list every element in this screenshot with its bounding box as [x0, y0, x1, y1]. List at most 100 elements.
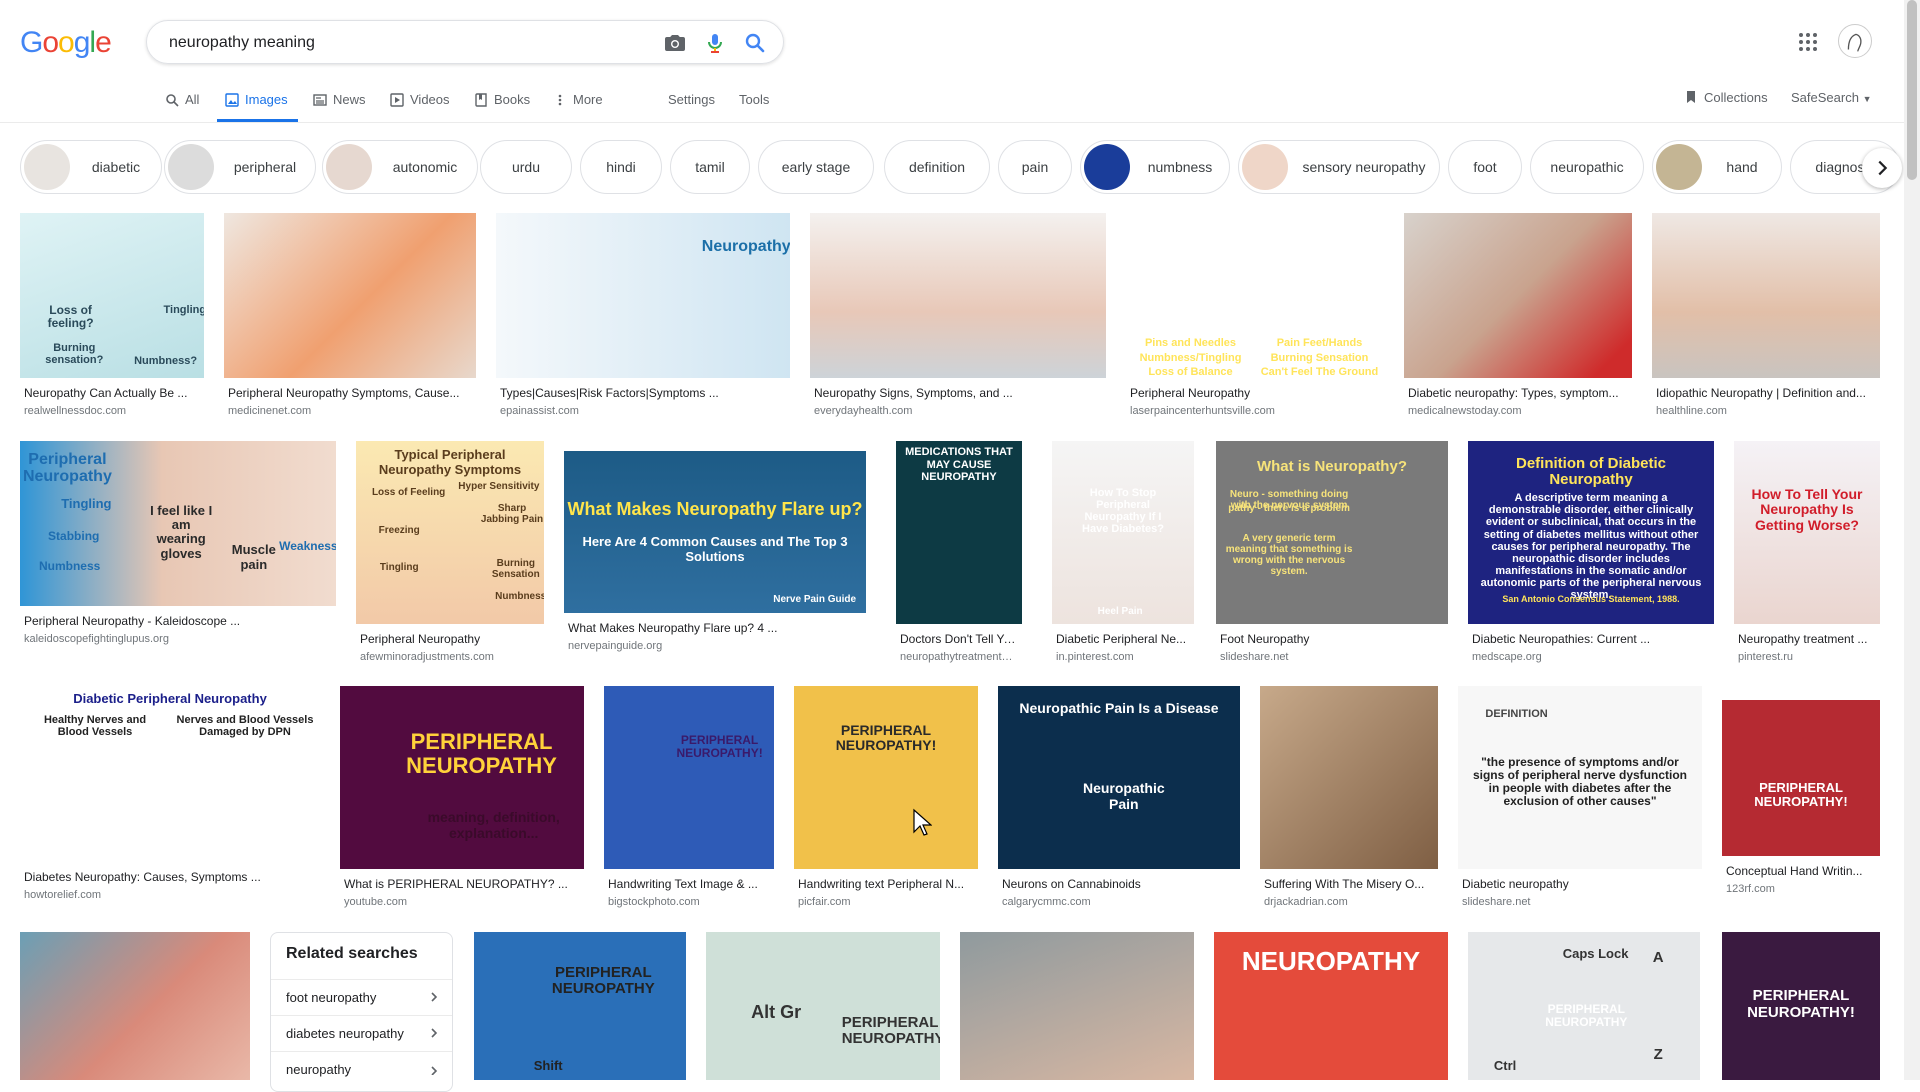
- result-thumbnail[interactable]: How To Stop Peripheral Neuropathy If I H…: [1052, 441, 1194, 624]
- result-source[interactable]: pinterest.ru: [1738, 651, 1876, 663]
- tab-images[interactable]: Images: [217, 80, 298, 122]
- result-title[interactable]: Idiopathic Neuropathy | Definition and..…: [1656, 386, 1876, 400]
- result-thumbnail[interactable]: Alt Gr PERIPHERAL NEUROPATHY: [706, 932, 940, 1080]
- result-thumbnail[interactable]: [810, 213, 1106, 378]
- result-source[interactable]: bigstockphoto.com: [608, 896, 770, 908]
- result-source[interactable]: youtube.com: [344, 896, 580, 908]
- result-thumbnail[interactable]: [1652, 213, 1880, 378]
- result-thumbnail[interactable]: Typical Peripheral Neuropathy Symptoms Lo…: [356, 441, 544, 624]
- safesearch-button[interactable]: SafeSearch ▼: [1791, 90, 1871, 105]
- result-thumbnail[interactable]: PERIPHERAL NEUROPATHY!: [1722, 700, 1880, 856]
- result-source[interactable]: laserpaincenterhuntsville.com: [1130, 405, 1380, 417]
- account-avatar[interactable]: [1838, 24, 1872, 58]
- result-title[interactable]: Neuropathy treatment ...: [1738, 632, 1876, 646]
- result-source[interactable]: everydayhealth.com: [814, 405, 1102, 417]
- chip-definition[interactable]: definition: [884, 140, 990, 194]
- search-input[interactable]: [167, 30, 651, 56]
- result-thumbnail[interactable]: Diabetic Peripheral Neuropathy Healthy Ne…: [20, 692, 320, 862]
- result-thumbnail[interactable]: PERIPHERAL NEUROPATHY!: [794, 686, 978, 869]
- scrollbar-thumb[interactable]: [1907, 0, 1917, 180]
- collections-button[interactable]: Collections: [1684, 90, 1768, 105]
- apps-grid-icon[interactable]: [1796, 30, 1820, 54]
- result-thumbnail[interactable]: What is Neuropathy? Neuro - something doi…: [1216, 441, 1448, 624]
- result-thumbnail[interactable]: [1260, 686, 1438, 869]
- result-title[interactable]: What is PERIPHERAL NEUROPATHY? ...: [344, 877, 580, 891]
- result-source[interactable]: drjackadrian.com: [1264, 896, 1434, 908]
- result-thumbnail[interactable]: NEUROPATHY: [1214, 932, 1448, 1080]
- result-thumbnail[interactable]: Definition of Diabetic Neuropathy A descr…: [1468, 441, 1714, 624]
- result-title[interactable]: Peripheral Neuropathy - Kaleidoscope ...: [24, 614, 332, 628]
- result-title[interactable]: Types|Causes|Risk Factors|Symptoms ...: [500, 386, 786, 400]
- result-thumbnail[interactable]: How To Tell Your Neuropathy Is Getting W…: [1734, 441, 1880, 624]
- result-source[interactable]: calgarycmmc.com: [1002, 896, 1236, 908]
- result-title[interactable]: Conceptual Hand Writin...: [1726, 864, 1876, 878]
- tab-settings[interactable]: Settings: [668, 80, 715, 122]
- chip-urdu[interactable]: urdu: [480, 140, 572, 194]
- result-source[interactable]: 123rf.com: [1726, 883, 1876, 895]
- result-thumbnail[interactable]: [960, 932, 1194, 1080]
- tab-more[interactable]: More: [553, 80, 603, 122]
- tab-all[interactable]: All: [165, 80, 199, 122]
- result-thumbnail[interactable]: Neuropathic Pain Is a Disease Neuropathic…: [998, 686, 1240, 869]
- result-thumbnail[interactable]: PERIPHERAL NEUROPATHY meaning, definition…: [340, 686, 584, 869]
- chip-foot[interactable]: foot: [1448, 140, 1522, 194]
- result-source[interactable]: slideshare.net: [1462, 896, 1698, 908]
- result-source[interactable]: healthline.com: [1656, 405, 1876, 417]
- result-thumbnail[interactable]: [224, 213, 476, 378]
- tab-news[interactable]: News: [313, 80, 366, 122]
- result-title[interactable]: Peripheral Neuropathy: [1130, 386, 1380, 400]
- result-source[interactable]: nervepainguide.org: [568, 640, 862, 652]
- result-title[interactable]: Doctors Don't Tell You ...: [900, 632, 1018, 646]
- tab-tools[interactable]: Tools: [739, 80, 769, 122]
- result-source[interactable]: howtorelief.com: [24, 889, 316, 901]
- result-title[interactable]: What Makes Neuropathy Flare up? 4 ...: [568, 621, 862, 635]
- chip-sensory-neuropathy[interactable]: sensory neuropathy: [1238, 140, 1440, 194]
- result-title[interactable]: Neuropathy Can Actually Be ...: [24, 386, 200, 400]
- result-title[interactable]: Neurons on Cannabinoids: [1002, 877, 1236, 891]
- result-title[interactable]: Diabetic neuropathy: Types, symptom...: [1408, 386, 1628, 400]
- result-title[interactable]: Diabetic neuropathy: [1462, 877, 1698, 891]
- result-thumbnail[interactable]: PERIPHERAL NEUROPATHY Shift: [474, 932, 686, 1080]
- result-source[interactable]: medicinenet.com: [228, 405, 472, 417]
- result-thumbnail[interactable]: Neuropathy: [496, 213, 790, 378]
- result-thumbnail[interactable]: Loss of feeling? Tingling? Burning sensati…: [20, 213, 204, 378]
- tab-books[interactable]: Books: [474, 80, 530, 122]
- result-title[interactable]: Neuropathy Signs, Symptoms, and ...: [814, 386, 1102, 400]
- result-title[interactable]: Diabetic Peripheral Ne...: [1056, 632, 1190, 646]
- chip-diabetic[interactable]: diabetic: [20, 140, 162, 194]
- result-source[interactable]: medscape.org: [1472, 651, 1710, 663]
- chip-autonomic[interactable]: autonomic: [322, 140, 478, 194]
- chips-next-button[interactable]: [1862, 148, 1902, 188]
- chip-pain[interactable]: pain: [998, 140, 1072, 194]
- result-title[interactable]: Suffering With The Misery O...: [1264, 877, 1434, 891]
- result-title[interactable]: Diabetes Neuropathy: Causes, Symptoms ..…: [24, 870, 316, 884]
- google-logo[interactable]: Google: [20, 26, 112, 60]
- microphone-icon[interactable]: [703, 31, 727, 55]
- result-thumbnail[interactable]: PERIPHERAL NEUROPATHY Pins and Needles Num…: [1126, 213, 1384, 378]
- chip-numbness[interactable]: numbness: [1080, 140, 1230, 194]
- result-thumbnail[interactable]: DEFINITION "the presence of symptoms and/…: [1458, 686, 1702, 869]
- result-thumbnail[interactable]: [20, 932, 250, 1080]
- result-title[interactable]: Diabetic Neuropathies: Current ...: [1472, 632, 1710, 646]
- result-thumbnail[interactable]: PERIPHERAL NEUROPATHY!: [1722, 932, 1880, 1080]
- result-title[interactable]: Foot Neuropathy: [1220, 632, 1444, 646]
- chip-hand[interactable]: hand: [1652, 140, 1782, 194]
- result-source[interactable]: epainassist.com: [500, 405, 786, 417]
- result-thumbnail[interactable]: MEDICATIONS THAT MAY CAUSE NEUROPATHY: [896, 441, 1022, 624]
- result-source[interactable]: kaleidoscopefightinglupus.org: [24, 633, 332, 645]
- chip-tamil[interactable]: tamil: [670, 140, 750, 194]
- result-source[interactable]: afewminoradjustments.com: [360, 651, 540, 663]
- result-title[interactable]: Peripheral Neuropathy Symptoms, Cause...: [228, 386, 472, 400]
- camera-icon[interactable]: [663, 31, 687, 55]
- chip-early-stage[interactable]: early stage: [758, 140, 874, 194]
- result-source[interactable]: in.pinterest.com: [1056, 651, 1190, 663]
- related-item[interactable]: foot neuropathy: [271, 979, 452, 1015]
- chip-neuropathic[interactable]: neuropathic: [1530, 140, 1644, 194]
- result-source[interactable]: neuropathytreatmentgro...: [900, 651, 1018, 663]
- related-item[interactable]: neuropathy: [271, 1051, 452, 1087]
- related-item[interactable]: diabetes neuropathy: [271, 1015, 452, 1051]
- search-box[interactable]: [146, 20, 784, 64]
- result-thumbnail[interactable]: Caps Lock A PERIPHERAL NEUROPATHY Z Ctrl: [1468, 932, 1700, 1080]
- result-source[interactable]: slideshare.net: [1220, 651, 1444, 663]
- search-icon[interactable]: [743, 31, 767, 55]
